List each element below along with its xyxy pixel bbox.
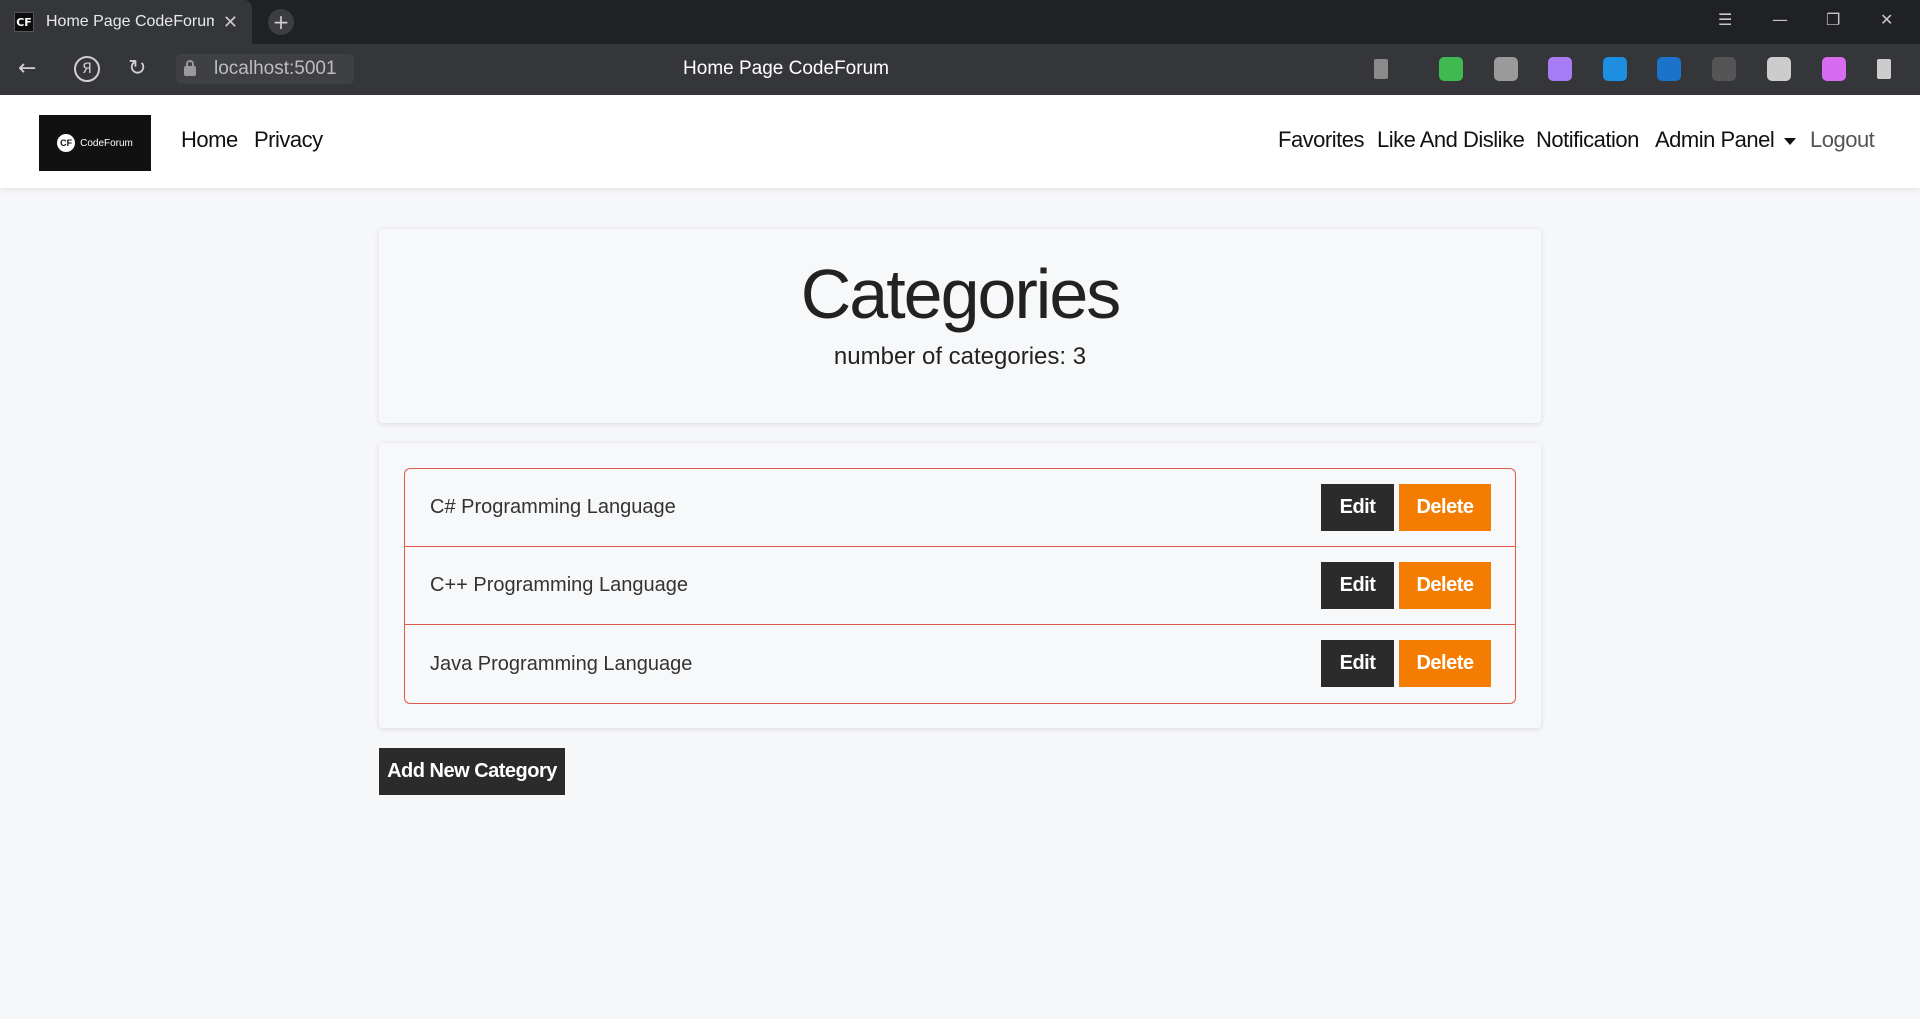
admin-panel-label: Admin Panel — [1655, 127, 1775, 152]
nav-privacy[interactable]: Privacy — [254, 127, 323, 153]
address-bar: ← Я ↻ localhost:5001 Home Page CodeForum — [0, 44, 1920, 95]
new-tab-button[interactable]: + — [268, 9, 294, 35]
restore-icon[interactable]: ❐ — [1826, 10, 1840, 29]
logo-mark: CF — [57, 134, 76, 152]
pink-extension-icon[interactable] — [1822, 57, 1846, 81]
nav-logout[interactable]: Logout — [1810, 127, 1875, 153]
chevron-down-icon — [1784, 137, 1797, 145]
list-item: C# Programming Language Edit Delete — [405, 469, 1515, 547]
browser-tab[interactable]: CF Home Page CodeForum ✕ — [0, 0, 252, 44]
nav-admin-panel[interactable]: Admin Panel — [1655, 127, 1797, 153]
category-name: C# Programming Language — [430, 496, 676, 518]
categories-title: Categories — [800, 255, 1122, 333]
window-close-icon[interactable]: ✕ — [1880, 10, 1893, 29]
codeforum-logo[interactable]: CF CodeForum — [39, 115, 151, 171]
tab-title: Home Page CodeForum — [46, 13, 214, 30]
x-extension-icon[interactable] — [1657, 57, 1681, 81]
category-name: Java Programming Language — [430, 652, 693, 675]
browser-tab-strip: CF Home Page CodeForum ✕ + ☰ — ❐ ✕ — [0, 0, 1920, 44]
delete-button[interactable]: Delete — [1399, 484, 1491, 531]
add-new-category-button[interactable]: Add New Category — [379, 748, 565, 795]
delete-button[interactable]: Delete — [1399, 640, 1491, 687]
download-icon[interactable] — [1877, 59, 1891, 79]
edit-button[interactable]: Edit — [1321, 562, 1394, 609]
s-extension-icon[interactable] — [1603, 57, 1627, 81]
tab-favicon-icon: CF — [14, 12, 34, 32]
tab-close-icon[interactable]: ✕ — [223, 12, 238, 33]
categories-header-card: Categories number of categories: 3 — [379, 229, 1541, 423]
nav-notification[interactable]: Notification — [1536, 127, 1639, 153]
site-navbar: CF CodeForum Home Privacy Favorites Like… — [0, 95, 1920, 188]
category-name: C++ Programming Language — [430, 574, 688, 596]
cube-icon[interactable] — [1712, 57, 1736, 81]
browser-menu-icon[interactable]: ☰ — [1718, 10, 1732, 29]
feather-icon[interactable] — [1548, 57, 1572, 81]
nav-home[interactable]: Home — [181, 127, 238, 153]
list-item: Java Programming Language Edit Delete — [405, 625, 1515, 703]
edit-button[interactable]: Edit — [1321, 484, 1394, 531]
minimize-icon[interactable]: — — [1772, 10, 1788, 29]
page-title: Home Page CodeForum — [683, 58, 889, 79]
category-list: C# Programming Language Edit Delete C++ … — [404, 468, 1516, 704]
bookmark-icon[interactable] — [1374, 59, 1388, 79]
nav-like-and-dislike[interactable]: Like And Dislike — [1377, 127, 1525, 153]
list-item: C++ Programming Language Edit Delete — [405, 547, 1515, 625]
logo-text: CodeForum — [80, 137, 133, 149]
nav-favorites[interactable]: Favorites — [1278, 127, 1364, 153]
delete-button[interactable]: Delete — [1399, 562, 1491, 609]
shield-check-icon[interactable] — [1439, 57, 1463, 81]
shield-gray-icon[interactable] — [1494, 57, 1518, 81]
angular-icon[interactable] — [1767, 57, 1791, 81]
category-count: number of categories: 3 — [833, 343, 1087, 370]
edit-button[interactable]: Edit — [1321, 640, 1394, 687]
categories-list-card: C# Programming Language Edit Delete C++ … — [379, 443, 1541, 728]
